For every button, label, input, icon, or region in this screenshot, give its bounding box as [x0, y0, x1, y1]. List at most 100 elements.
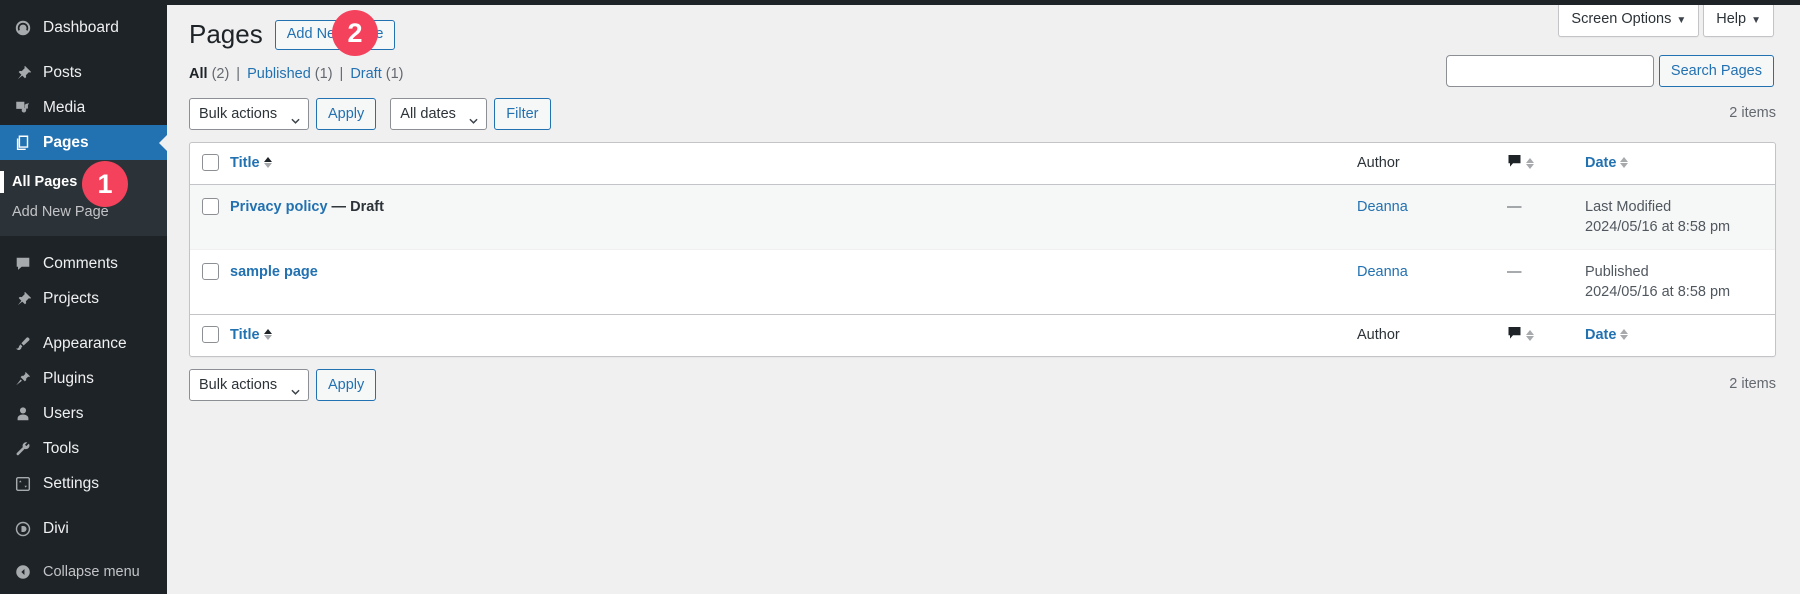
sidebar-item-add-new-page[interactable]: Add New Page — [0, 197, 167, 227]
sidebar-item-label: Posts — [43, 63, 82, 81]
search-pages-button[interactable]: Search Pages — [1658, 55, 1774, 87]
sort-comments-bottom[interactable] — [1507, 326, 1534, 345]
user-icon — [12, 404, 34, 424]
bulk-actions-select-bottom[interactable]: Bulk actions — [189, 368, 309, 401]
filter-separator: | — [339, 65, 344, 82]
sidebar-item-plugins[interactable]: Plugins — [0, 361, 167, 396]
table-footer-row: Title Author Date — [190, 313, 1775, 356]
select-all-checkbox-bottom[interactable] — [202, 326, 219, 344]
date-filter-select[interactable]: All dates — [390, 97, 488, 130]
row-date-cell: Last Modified 2024/05/16 at 8:58 pm — [1585, 185, 1775, 249]
sidebar-item-comments[interactable]: Comments — [0, 246, 167, 281]
sidebar-item-label: Tools — [43, 439, 80, 457]
sort-date-top[interactable]: Date — [1585, 154, 1629, 172]
column-label-author: Author — [1357, 154, 1400, 171]
sort-title-top[interactable]: Title — [230, 154, 272, 172]
filter-button[interactable]: Filter — [494, 97, 551, 130]
menu-separator — [0, 316, 167, 326]
column-header-title: Title — [230, 143, 1357, 185]
annotation-badge-1: 1 — [82, 161, 128, 207]
select-all-header — [190, 143, 230, 185]
sidebar-item-settings[interactable]: Settings — [0, 466, 167, 501]
collapse-menu-button[interactable]: Collapse menu — [0, 554, 167, 589]
wp-admin-screen: Dashboard Posts Media Pages All Pages Ad… — [0, 0, 1800, 594]
row-checkbox[interactable] — [202, 263, 219, 281]
comment-icon — [12, 254, 34, 274]
sidebar-item-divi[interactable]: Divi — [0, 511, 167, 546]
wrench-icon — [12, 439, 34, 459]
comments-count: — — [1507, 198, 1522, 215]
date-value: 2024/05/16 at 8:58 pm — [1585, 218, 1731, 235]
sidebar-item-posts[interactable]: Posts — [0, 55, 167, 90]
admin-content-area: Screen Options ▼ Help ▼ Pages Add New Page… — [167, 0, 1800, 594]
search-input[interactable] — [1445, 55, 1654, 87]
sidebar-item-media[interactable]: Media — [0, 90, 167, 125]
page-title-link[interactable]: Privacy policy — [230, 199, 328, 215]
sort-title-bottom[interactable]: Title — [230, 326, 272, 344]
sidebar-item-pages[interactable]: Pages — [0, 125, 167, 160]
admin-sidebar-menu: Dashboard Posts Media Pages All Pages Ad… — [0, 0, 167, 594]
date-filter-select-wrap: All dates — [390, 97, 488, 130]
sidebar-item-label: Comments — [43, 254, 118, 272]
sort-indicator-icon — [1620, 329, 1629, 341]
collapse-arrow-icon — [12, 562, 34, 582]
row-checkbox[interactable] — [202, 198, 219, 216]
sidebar-item-label: Settings — [43, 474, 100, 492]
row-select-cell — [190, 248, 230, 314]
admin-bar-strip — [167, 0, 1800, 5]
row-title-cell: sample page — [230, 248, 1357, 314]
filter-link-published[interactable]: Published — [247, 66, 311, 82]
sidebar-item-label: Plugins — [43, 369, 94, 387]
apply-button-top[interactable]: Apply — [316, 97, 377, 130]
column-label-date: Date — [1585, 154, 1617, 171]
pin-icon — [12, 289, 34, 309]
column-header-comments — [1507, 143, 1585, 185]
menu-separator — [0, 236, 167, 246]
table-head: Title Author Date — [190, 143, 1775, 185]
submenu-label: Add New Page — [12, 204, 109, 220]
comment-bubble-icon — [1507, 326, 1522, 345]
brush-icon — [12, 334, 34, 354]
author-link[interactable]: Deanna — [1357, 199, 1408, 215]
column-label-title: Title — [230, 154, 260, 171]
sort-indicator-icon — [263, 329, 272, 341]
bulk-actions-select-top[interactable]: Bulk actions — [189, 97, 309, 130]
screen-options-button[interactable]: Screen Options ▼ — [1558, 5, 1700, 37]
apply-button-bottom[interactable]: Apply — [316, 368, 377, 401]
page-title: Pages — [189, 19, 263, 49]
tablenav-top: Bulk actions Apply All dates Filter 2 it… — [189, 97, 1776, 130]
column-header-author: Author — [1357, 143, 1507, 185]
sort-comments-top[interactable] — [1507, 154, 1534, 173]
pages-submenu: All Pages Add New Page — [0, 160, 167, 236]
sidebar-item-dashboard[interactable]: Dashboard — [0, 10, 167, 45]
sidebar-item-users[interactable]: Users — [0, 396, 167, 431]
bulk-actions-select-wrap: Bulk actions — [189, 97, 309, 130]
help-button[interactable]: Help ▼ — [1703, 5, 1774, 37]
plug-icon — [12, 369, 34, 389]
date-value: 2024/05/16 at 8:58 pm — [1585, 283, 1731, 300]
help-label: Help — [1716, 11, 1747, 27]
filter-link-draft[interactable]: Draft — [350, 66, 381, 82]
sort-date-bottom[interactable]: Date — [1585, 326, 1629, 344]
sidebar-item-tools[interactable]: Tools — [0, 431, 167, 466]
filter-link-all[interactable]: All — [189, 66, 208, 82]
sidebar-item-label: Projects — [43, 289, 99, 307]
menu-separator — [0, 501, 167, 511]
sidebar-item-projects[interactable]: Projects — [0, 281, 167, 316]
row-comments-cell: — — [1507, 185, 1585, 249]
column-footer-comments — [1507, 313, 1585, 356]
submenu-label: All Pages — [12, 174, 78, 190]
column-header-date: Date — [1585, 143, 1775, 185]
screen-meta-links: Screen Options ▼ Help ▼ — [1558, 5, 1774, 37]
column-footer-date: Date — [1585, 313, 1775, 356]
comment-bubble-icon — [1507, 154, 1522, 173]
row-select-cell — [190, 185, 230, 249]
page-header: Pages Add New Page — [189, 0, 1776, 52]
screen-options-label: Screen Options — [1571, 11, 1672, 27]
page-title-link[interactable]: sample page — [230, 264, 318, 280]
sidebar-item-appearance[interactable]: Appearance — [0, 326, 167, 361]
column-footer-author: Author — [1357, 313, 1507, 356]
select-all-checkbox-top[interactable] — [202, 154, 219, 172]
author-link[interactable]: Deanna — [1357, 264, 1408, 280]
column-label-author: Author — [1357, 326, 1400, 343]
